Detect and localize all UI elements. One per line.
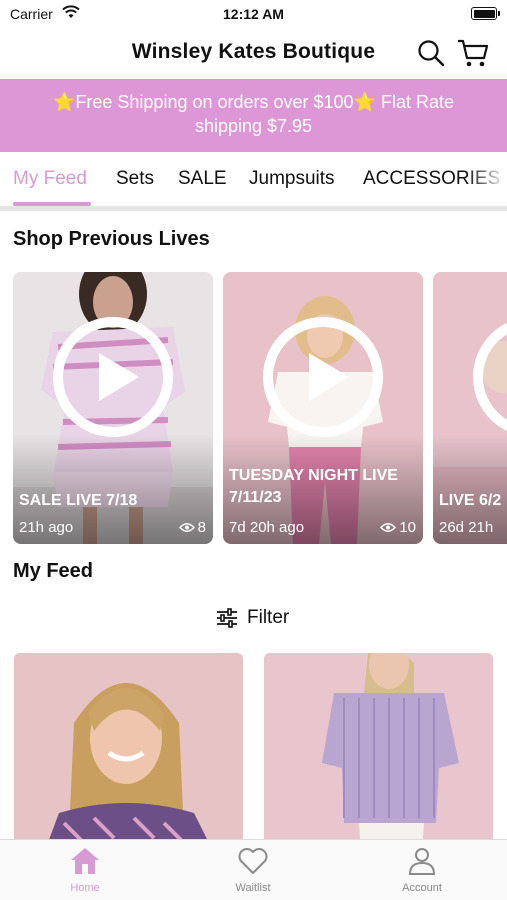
section-title-feed: My Feed [13, 560, 94, 582]
play-icon[interactable] [261, 315, 385, 439]
tab-bar-label: Home [70, 882, 100, 894]
lives-carousel[interactable]: SALE LIVE 7/18 21h ago 8 TUESDAY NIGHT L… [0, 272, 507, 544]
clock: 12:12 AM [223, 6, 284, 22]
live-views: 10 [380, 519, 416, 536]
live-ago: 26d 21h [439, 519, 494, 536]
battery-icon [471, 7, 500, 20]
play-icon[interactable] [471, 315, 507, 439]
tab-my-feed[interactable]: My Feed [13, 168, 87, 190]
live-views: 8 [178, 519, 206, 536]
home-icon [71, 848, 99, 874]
feed-item[interactable] [264, 653, 493, 853]
eye-icon [178, 523, 195, 532]
promo-banner: ⭐️Free Shipping on orders over $100⭐️ Fl… [0, 79, 507, 152]
live-title: LIVE 6/2 [439, 492, 502, 509]
eye-icon [380, 523, 397, 532]
tab-bar-label: Waitlist [235, 882, 271, 894]
tab-sets[interactable]: Sets [116, 168, 154, 190]
section-title-lives: Shop Previous Lives [13, 228, 210, 250]
tab-bar-label: Account [402, 882, 442, 894]
live-views-count: 10 [399, 519, 416, 536]
tab-jumpsuits[interactable]: Jumpsuits [249, 168, 335, 190]
heart-icon [238, 848, 268, 874]
sliders-icon [217, 608, 237, 628]
status-bar: Carrier 12:12 AM [0, 0, 507, 28]
live-card[interactable]: TUESDAY NIGHT LIVE 7/11/23 7d 20h ago 10 [223, 272, 423, 544]
tab-bar-home[interactable]: Home [35, 846, 135, 894]
category-tabs: My Feed Sets SALE Jumpsuits ACCESSORIES [0, 152, 507, 208]
live-card[interactable]: SALE LIVE 7/18 21h ago 8 [13, 272, 213, 544]
cart-icon[interactable] [456, 36, 490, 70]
search-icon[interactable] [416, 38, 446, 68]
tab-sale[interactable]: SALE [178, 168, 227, 190]
filter-button[interactable]: Filter [215, 604, 305, 632]
product-image [264, 653, 493, 853]
app-header: Winsley Kates Boutique [0, 28, 507, 78]
tab-bar-waitlist[interactable]: Waitlist [203, 846, 303, 894]
filter-label: Filter [247, 607, 290, 628]
tabs-divider [0, 206, 507, 211]
tab-bar-account[interactable]: Account [372, 846, 472, 894]
live-card[interactable]: LIVE 6/2 26d 21h [433, 272, 507, 544]
live-title: TUESDAY NIGHT LIVE 7/11/23 [229, 467, 398, 506]
bottom-tab-bar: Home Waitlist Account [0, 839, 507, 900]
live-ago: 7d 20h ago [229, 519, 305, 536]
play-icon[interactable] [51, 315, 175, 439]
live-views-count: 8 [197, 519, 206, 536]
live-ago: 21h ago [19, 519, 74, 536]
tabs-fade [467, 152, 507, 204]
feed-item[interactable] [14, 653, 243, 853]
product-image [14, 653, 243, 853]
live-title: SALE LIVE 7/18 [19, 492, 138, 509]
user-icon [408, 848, 436, 875]
